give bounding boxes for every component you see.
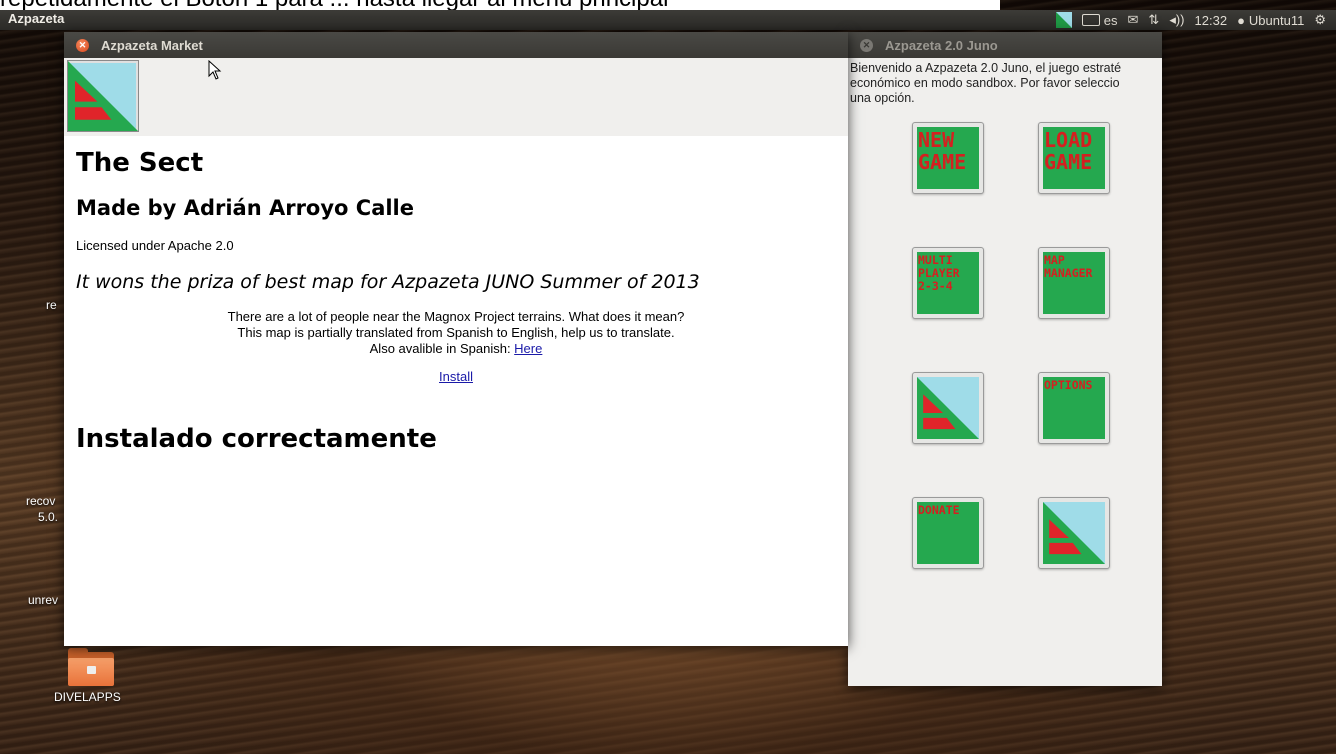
system-tray: es ✉ ⇅ ◂)) 12:32 ● Ubuntu11 ⚙ [1055, 10, 1326, 30]
desc-line-2: This map is partially translated from Sp… [237, 325, 675, 340]
market-button[interactable] [912, 372, 984, 444]
load-game-button[interactable]: LOAD GAME [1038, 122, 1110, 194]
load-game-label-1: LOAD [1044, 128, 1093, 152]
mouse-cursor-icon [208, 60, 222, 80]
new-game-button[interactable]: NEW GAME [912, 122, 984, 194]
juno-window: ✕ Azpazeta 2.0 Juno Bienvenido a Azpazet… [848, 32, 1162, 686]
keyboard-icon [1081, 14, 1100, 26]
clock[interactable]: 12:32 [1195, 13, 1228, 28]
azpazeta-logo-icon [917, 377, 979, 439]
gear-icon[interactable]: ⚙ [1314, 12, 1326, 28]
folder-icon[interactable] [68, 648, 114, 686]
azpazeta-tray-icon[interactable] [1055, 12, 1072, 28]
market-titlebar[interactable]: ✕ Azpazeta Market [64, 32, 848, 58]
map-description: There are a lot of people near the Magno… [76, 309, 836, 357]
map-thumbnail-icon [67, 60, 139, 132]
map-author: Made by Adrián Arroyo Calle [76, 196, 414, 220]
user-icon: ● [1237, 12, 1245, 28]
folder-label[interactable]: DIVELAPPS [54, 690, 121, 704]
desc-line-3-prefix: Also avalible in Spanish: [369, 341, 515, 356]
desc-line-1: There are a lot of people near the Magno… [227, 309, 685, 324]
desktop-label-1[interactable]: re [46, 298, 57, 312]
about-button[interactable] [1038, 497, 1110, 569]
donate-button[interactable]: DONATE [912, 497, 984, 569]
close-icon[interactable]: ✕ [860, 38, 873, 52]
map-manager-button[interactable]: MAP MANAGER [1038, 247, 1110, 319]
panel-app-name: Azpazeta [8, 11, 65, 26]
market-window: ✕ Azpazeta Market The Sect Made by Adriá… [64, 32, 848, 646]
desktop-label-3[interactable]: 5.0. [38, 510, 58, 524]
top-panel: Azpazeta es ✉ ⇅ ◂)) 12:32 ● Ubuntu11 ⚙ [0, 10, 1336, 30]
welcome-line-2: económico en modo sandbox. Por favor sel… [850, 76, 1120, 90]
juno-window-title: Azpazeta 2.0 Juno [885, 37, 998, 53]
market-content: The Sect Made by Adrián Arroyo Calle Lic… [64, 148, 848, 454]
map-title: The Sect [76, 148, 204, 178]
desc-line-3: Also avalible in Spanish: Here [76, 341, 836, 357]
desktop-label-4[interactable]: unrev [28, 593, 58, 607]
mail-icon[interactable]: ✉ [1128, 12, 1139, 28]
market-window-title: Azpazeta Market [101, 37, 203, 53]
map-manager-label-2: MANAGER [1044, 266, 1093, 280]
juno-titlebar[interactable]: ✕ Azpazeta 2.0 Juno [848, 32, 1162, 58]
market-header [64, 58, 848, 136]
map-award: It wons the priza of best map for Azpaze… [76, 271, 700, 293]
desktop-label-2[interactable]: recov [26, 494, 55, 508]
keyboard-indicator[interactable]: es [1081, 12, 1118, 28]
volume-icon[interactable]: ◂)) [1169, 12, 1184, 28]
network-icon[interactable]: ⇅ [1148, 12, 1159, 28]
multiplayer-label-3: 2-3-4 [918, 279, 953, 293]
user-name: Ubuntu11 [1248, 12, 1305, 28]
install-row: Install [76, 369, 836, 384]
user-menu[interactable]: ● Ubuntu11 [1237, 13, 1304, 28]
map-license: Licensed under Apache 2.0 [76, 238, 234, 253]
new-game-label-2: GAME [918, 150, 967, 174]
multiplayer-button[interactable]: MULTI PLAYER 2-3-4 [912, 247, 984, 319]
close-icon[interactable]: ✕ [76, 38, 89, 52]
install-link[interactable]: Install [439, 369, 473, 384]
new-game-label-1: NEW [918, 128, 955, 152]
options-button[interactable]: OPTIONS [1038, 372, 1110, 444]
spanish-version-link[interactable]: Here [514, 341, 542, 356]
azpazeta-logo-icon [1043, 502, 1105, 564]
welcome-line-3: una opción. [850, 91, 915, 105]
keyboard-layout-label: es [1103, 12, 1118, 28]
welcome-text: Bienvenido a Azpazeta 2.0 Juno, el juego… [848, 58, 1162, 106]
load-game-label-2: GAME [1044, 150, 1093, 174]
install-success-message: Instalado correctamente [76, 424, 437, 454]
welcome-line-1: Bienvenido a Azpazeta 2.0 Juno, el juego… [850, 61, 1122, 75]
